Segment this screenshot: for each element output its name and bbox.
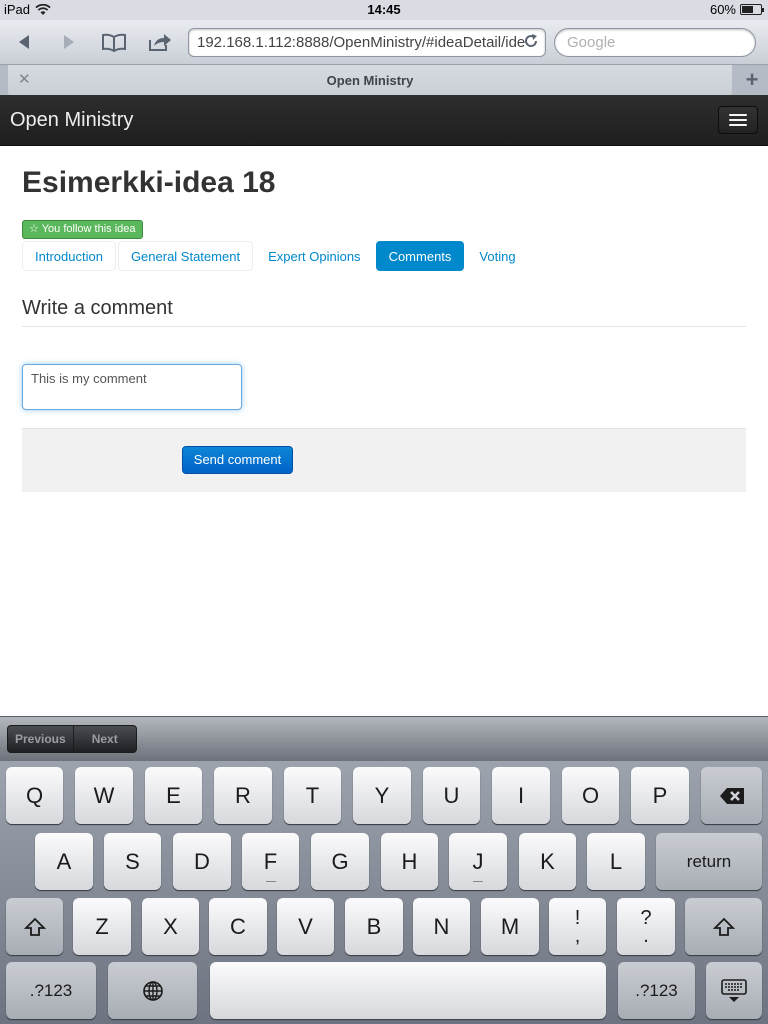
key-question-period[interactable]: ?.: [617, 898, 675, 955]
url-text: 192.168.1.112:8888/OpenMinistry/#ideaDet…: [197, 34, 526, 51]
key-h[interactable]: H: [381, 833, 438, 890]
section-title: Write a comment: [22, 297, 173, 319]
browser-toolbar: 192.168.1.112:8888/OpenMinistry/#ideaDet…: [0, 20, 768, 64]
status-time: 14:45: [367, 2, 401, 17]
key-m[interactable]: M: [481, 898, 539, 955]
key-j-label: J: [472, 848, 484, 874]
space-bar[interactable]: [210, 962, 606, 1019]
bookmarks-book-icon[interactable]: [99, 28, 129, 56]
delete-backspace-icon[interactable]: [701, 767, 762, 824]
key-exclaim-label: !: [574, 906, 581, 929]
key-l[interactable]: L: [587, 833, 645, 890]
key-f[interactable]: F: [242, 833, 299, 890]
tab-introduction[interactable]: Introduction: [22, 241, 116, 271]
tab-title: Open Ministry: [326, 73, 414, 88]
key-q[interactable]: Q: [6, 767, 63, 824]
key-r[interactable]: R: [214, 767, 272, 824]
key-u[interactable]: U: [423, 767, 480, 824]
divider: [22, 326, 746, 327]
key-comma-label: ,: [574, 924, 581, 947]
hamburger-menu-icon[interactable]: [718, 106, 758, 134]
key-z[interactable]: Z: [73, 898, 131, 955]
battery-percent: 60%: [709, 2, 736, 17]
key-e[interactable]: E: [145, 767, 202, 824]
key-g[interactable]: G: [311, 833, 369, 890]
follow-badge[interactable]: ☆ You follow this idea: [22, 220, 143, 239]
idea-tabs: Introduction General Statement Expert Op…: [22, 241, 531, 271]
keyboard-accessory-bar: Previous Next: [0, 716, 768, 761]
reload-icon[interactable]: [523, 33, 539, 54]
key-exclaim-comma[interactable]: !,: [549, 898, 606, 955]
key-t[interactable]: T: [284, 767, 341, 824]
return-key[interactable]: return: [656, 833, 762, 890]
numbers-key-left[interactable]: .?123: [6, 962, 96, 1019]
close-icon[interactable]: ✕: [18, 70, 31, 88]
browser-tab[interactable]: ✕ Open Ministry: [8, 65, 732, 96]
url-bar[interactable]: 192.168.1.112:8888/OpenMinistry/#ideaDet…: [188, 28, 546, 57]
numbers-key-right[interactable]: .?123: [618, 962, 695, 1019]
form-actions: Send comment: [22, 428, 746, 492]
app-navbar: Open Ministry: [0, 95, 768, 146]
shift-icon-right[interactable]: [685, 898, 762, 955]
prev-next-control: Previous Next: [7, 725, 137, 753]
shift-icon[interactable]: [6, 898, 63, 955]
status-bar: iPad 14:45 60%: [0, 0, 768, 20]
key-period-label: .: [643, 924, 649, 947]
battery-icon: [740, 4, 764, 15]
key-n[interactable]: N: [413, 898, 470, 955]
key-i[interactable]: I: [492, 767, 550, 824]
key-y[interactable]: Y: [353, 767, 411, 824]
key-a[interactable]: A: [35, 833, 93, 890]
back-arrow-icon[interactable]: [9, 28, 39, 56]
key-k[interactable]: K: [519, 833, 576, 890]
key-s[interactable]: S: [104, 833, 161, 890]
tab-comments[interactable]: Comments: [375, 241, 465, 271]
browser-tab-bar: ✕ Open Ministry +: [0, 64, 768, 96]
forward-arrow-icon[interactable]: [54, 28, 84, 56]
globe-icon[interactable]: [108, 962, 197, 1019]
page-title: Esimerkki-idea 18: [22, 166, 276, 199]
key-j[interactable]: J: [449, 833, 507, 890]
key-question-label: ?: [640, 906, 652, 929]
key-c[interactable]: C: [209, 898, 267, 955]
tab-expert-opinions[interactable]: Expert Opinions: [255, 241, 374, 271]
key-w[interactable]: W: [75, 767, 133, 824]
key-x[interactable]: X: [142, 898, 199, 955]
comment-textarea[interactable]: This is my comment: [22, 364, 242, 410]
brand-logo-text[interactable]: Open Ministry: [10, 109, 133, 132]
hide-keyboard-icon[interactable]: [706, 962, 762, 1019]
plus-icon[interactable]: +: [738, 67, 766, 94]
onscreen-keyboard: Q W E R T Y U I O P A S D F G H J K L re…: [0, 761, 768, 1024]
previous-button[interactable]: Previous: [8, 726, 73, 752]
tab-general-statement[interactable]: General Statement: [117, 241, 254, 271]
key-b[interactable]: B: [345, 898, 403, 955]
share-icon[interactable]: [145, 28, 175, 56]
search-input[interactable]: Google: [554, 28, 756, 57]
tab-voting[interactable]: Voting: [466, 241, 528, 271]
key-v[interactable]: V: [277, 898, 334, 955]
key-o[interactable]: O: [562, 767, 619, 824]
next-button[interactable]: Next: [72, 726, 136, 752]
key-f-label: F: [263, 848, 278, 874]
key-d[interactable]: D: [173, 833, 231, 890]
status-right: 60%: [709, 2, 764, 17]
send-comment-button[interactable]: Send comment: [182, 446, 293, 474]
key-p[interactable]: P: [631, 767, 689, 824]
battery-fill: [742, 6, 753, 13]
